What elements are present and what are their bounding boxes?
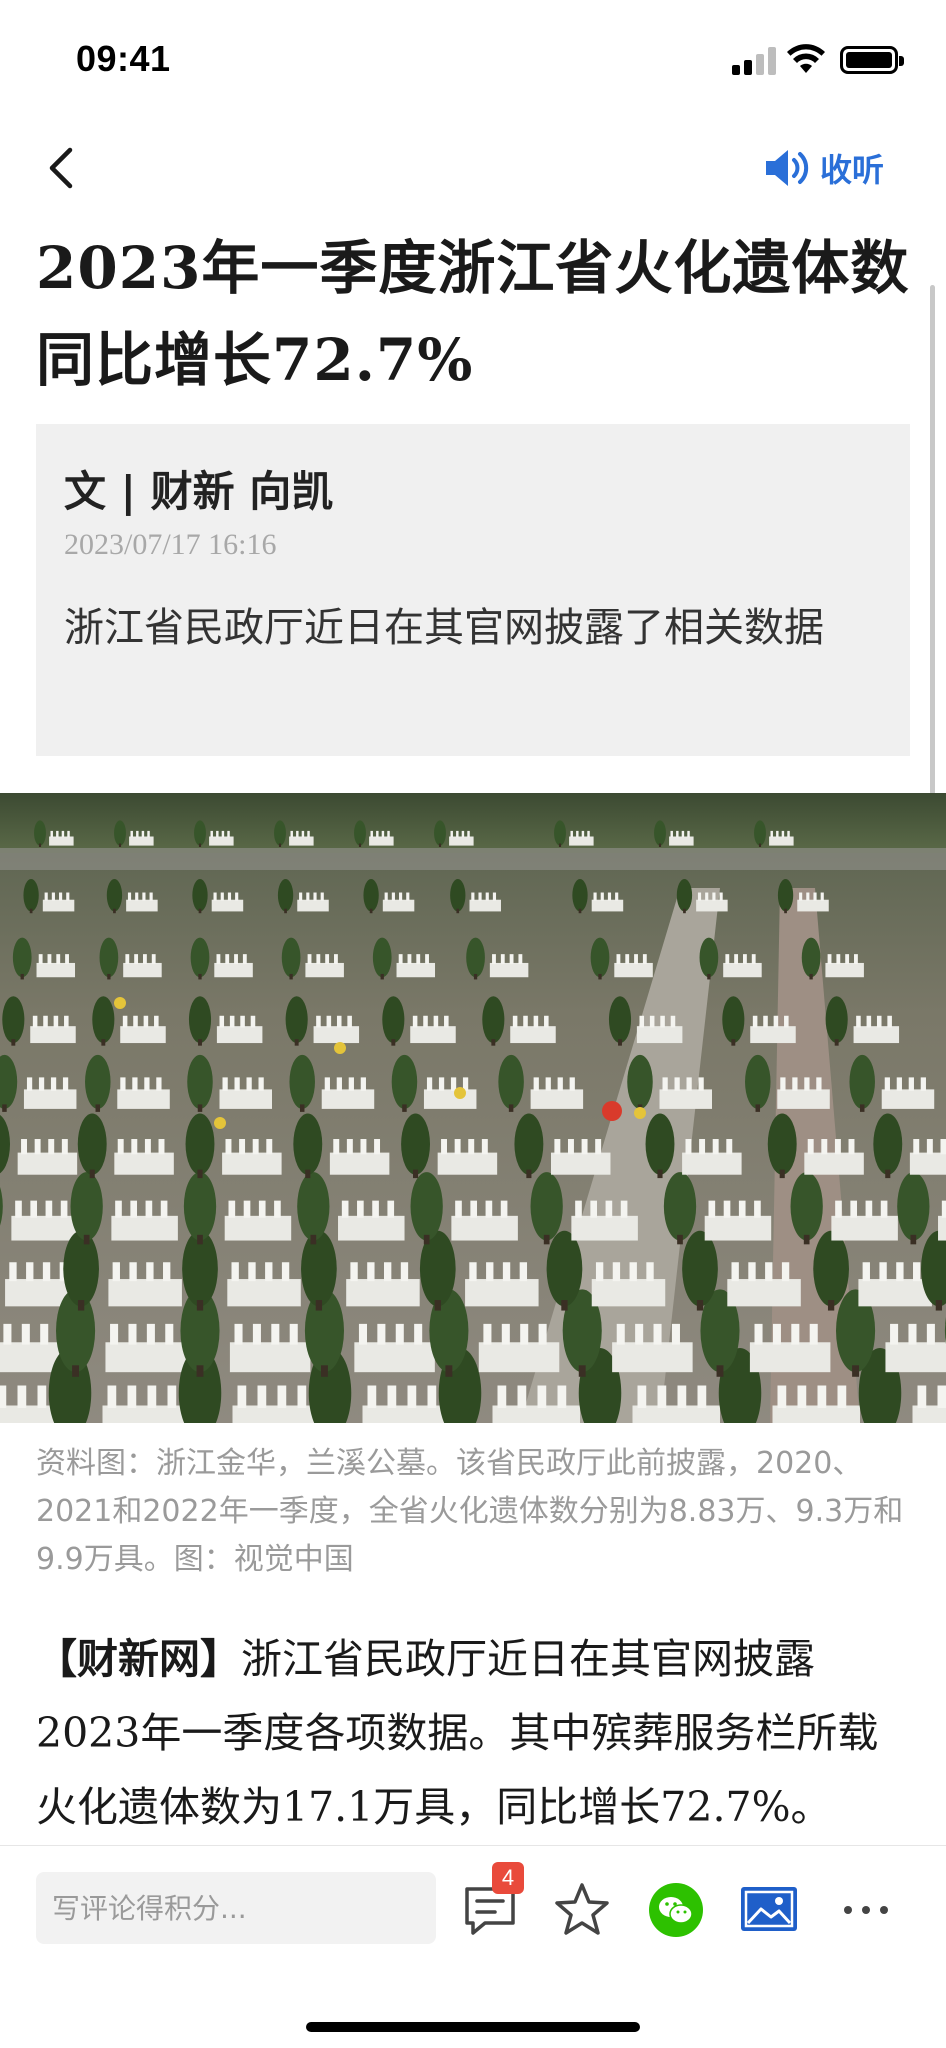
scroll-indicator <box>930 285 935 795</box>
wifi-icon <box>787 44 825 73</box>
listen-label: 收听 <box>820 151 885 189</box>
article-byline: 文 | 财新 向凯 <box>64 467 334 516</box>
article-summary: 浙江省民政厅近日在其官网披露了相关数据 <box>64 605 824 651</box>
speaker-icon <box>766 150 809 186</box>
cemetery-photo <box>0 793 946 1423</box>
comment-button[interactable]: 4 <box>456 1862 524 1944</box>
cellular-signal-icon <box>732 47 776 75</box>
share-wechat-button[interactable] <box>646 1876 706 1944</box>
source-tag: 【财新网】 <box>36 1635 241 1683</box>
chevron-left-icon <box>49 147 73 189</box>
more-icon <box>844 1906 888 1914</box>
image-icon <box>741 1887 797 1931</box>
gallery-button[interactable] <box>736 1876 802 1944</box>
article-photo[interactable] <box>0 793 946 1423</box>
listen-button[interactable]: 收听 <box>762 142 912 194</box>
article-title: 2023年一季度浙江省火化遗体数同比增长72.7% <box>36 234 910 394</box>
home-indicator <box>306 2022 640 2032</box>
article-date: 2023/07/17 16:16 <box>64 528 277 561</box>
status-time: 09:41 <box>76 38 171 79</box>
bottom-toolbar: 4 <box>0 1845 946 2048</box>
comment-input[interactable] <box>36 1872 436 1944</box>
battery-icon <box>840 46 904 74</box>
star-icon <box>555 1883 609 1935</box>
article-body: 【财新网】浙江省民政厅近日在其官网披露2023年一季度各项数据。其中殡葬服务栏所… <box>36 1622 916 1844</box>
wechat-icon <box>649 1883 703 1937</box>
article-meta-box: 文 | 财新 向凯 2023/07/17 16:16 浙江省民政厅近日在其官网披… <box>36 424 910 756</box>
status-bar: 09:41 <box>0 0 946 120</box>
favorite-button[interactable] <box>548 1876 616 1944</box>
more-button[interactable] <box>836 1876 896 1944</box>
back-button[interactable] <box>40 138 90 198</box>
photo-caption: 资料图：浙江金华，兰溪公墓。该省民政厅此前披露，2020、2021和2022年一… <box>36 1446 904 1577</box>
comment-count-badge: 4 <box>492 1862 524 1894</box>
